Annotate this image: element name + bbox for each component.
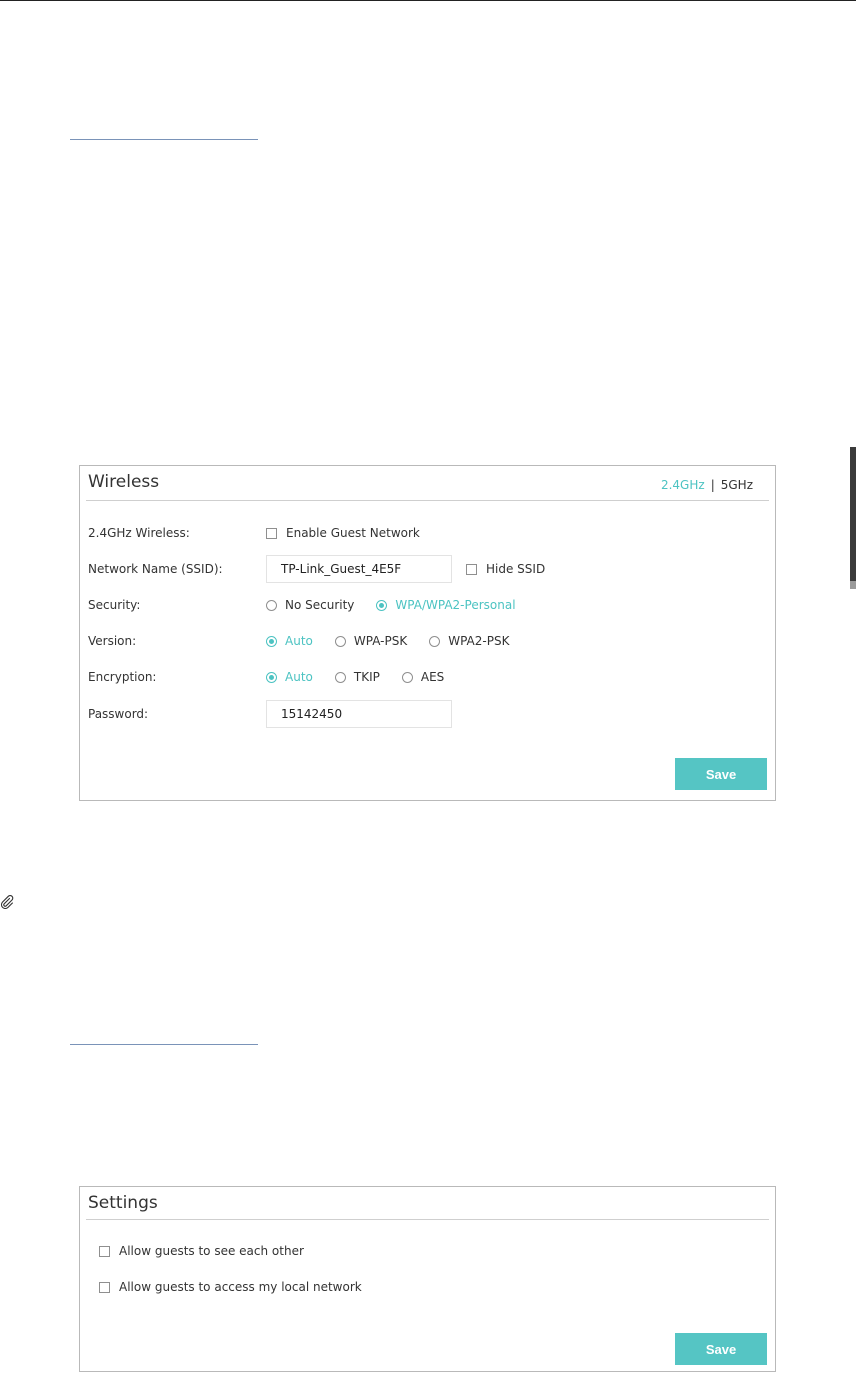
settings-panel-divider [86,1219,769,1220]
page-side-tab [850,447,856,581]
radio-icon [401,671,413,683]
encryption-row: Encryption: Auto TKIP AES [88,667,466,687]
access-local-network-label: Allow guests to access my local network [119,1280,362,1294]
access-local-network-checkbox[interactable] [99,1281,110,1293]
settings-option-access-local: Allow guests to access my local network [99,1280,362,1294]
settings-panel: Settings Allow guests to see each other … [79,1186,776,1372]
version-row: Version: Auto WPA-PSK WPA2-PSK [88,631,531,651]
see-each-other-checkbox[interactable] [99,1245,110,1257]
encryption-option-aes[interactable]: AES [401,670,444,684]
ssid-row: Network Name (SSID): TP-Link_Guest_4E5F … [88,555,546,583]
settings-save-button[interactable]: Save [675,1333,767,1365]
security-option-wpa-personal[interactable]: WPA/WPA2-Personal [376,598,516,612]
encryption-option-auto[interactable]: Auto [266,670,313,684]
settings-option-see-each-other: Allow guests to see each other [99,1244,304,1258]
band-separator: | [710,478,715,492]
ssid-label: Network Name (SSID): [88,562,223,576]
section-heading-underline-2 [70,1044,258,1045]
ssid-input[interactable]: TP-Link_Guest_4E5F [266,555,452,583]
enable-guest-network-checkbox[interactable] [266,527,277,539]
hide-ssid-label: Hide SSID [486,562,546,576]
wireless-save-button[interactable]: Save [675,758,767,790]
version-option-wpa-psk[interactable]: WPA-PSK [334,634,407,648]
radio-icon [334,671,346,683]
tab-5ghz[interactable]: 5GHz [721,478,753,492]
radio-selected-icon [376,599,388,611]
password-input[interactable]: 15142450 [266,700,452,728]
page-side-tab-light [850,581,856,589]
version-option-auto[interactable]: Auto [266,634,313,648]
wireless-panel-title: Wireless [88,472,160,492]
page-top-rule [0,0,856,1]
hide-ssid-checkbox[interactable] [466,563,477,575]
encryption-option-tkip[interactable]: TKIP [334,670,380,684]
version-option-wpa2-psk[interactable]: WPA2-PSK [429,634,509,648]
band-tabs: 2.4GHz | 5GHz [661,478,753,492]
see-each-other-label: Allow guests to see each other [119,1244,304,1258]
settings-panel-title: Settings [88,1193,158,1213]
security-option-no-security[interactable]: No Security [266,598,354,612]
radio-icon [334,635,346,647]
security-label: Security: [88,598,141,612]
wireless-panel-divider [86,500,769,501]
password-row: Password: 15142450 [88,700,466,728]
radio-selected-icon [266,635,277,647]
tab-2-4ghz[interactable]: 2.4GHz [661,478,705,492]
wireless-row: 2.4GHz Wireless: Enable Guest Network [88,523,420,543]
encryption-label: Encryption: [88,670,157,684]
wireless-label: 2.4GHz Wireless: [88,526,190,540]
paperclip-icon [0,895,14,909]
wireless-panel: Wireless 2.4GHz | 5GHz 2.4GHz Wireless: En… [79,465,776,801]
enable-guest-network-label: Enable Guest Network [286,526,420,540]
radio-icon [266,599,277,611]
section-heading-underline [70,139,258,140]
radio-selected-icon [266,671,277,683]
security-row: Security: No Security WPA/WPA2-Personal [88,595,538,615]
password-label: Password: [88,707,149,721]
radio-icon [429,635,441,647]
version-label: Version: [88,634,137,648]
